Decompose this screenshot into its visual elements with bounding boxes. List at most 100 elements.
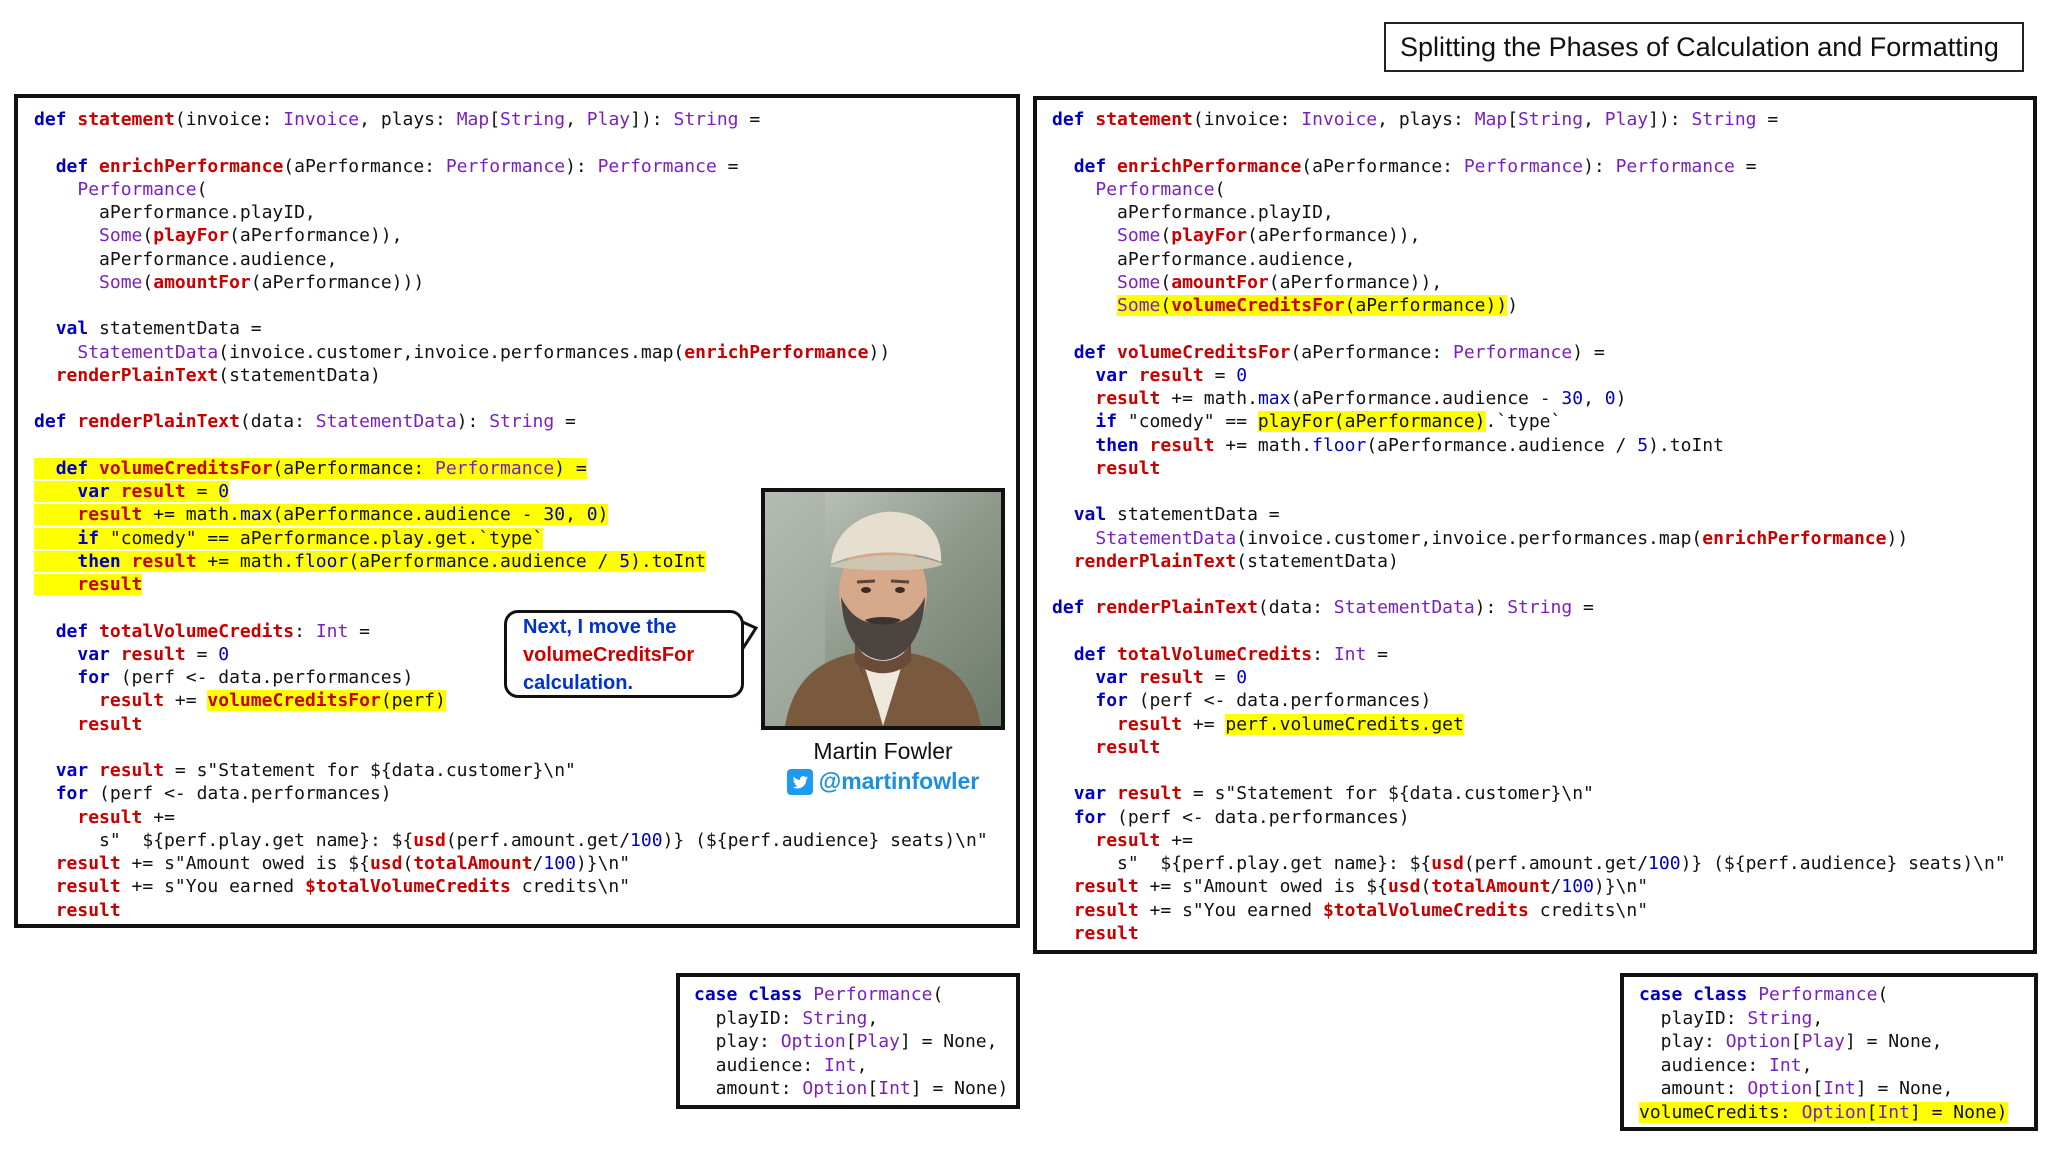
code-token: audience: [694,1054,825,1076]
code-line: aPerformance.playID, [1052,201,2006,224]
code-token: += [164,690,208,712]
code-token: Option [1725,1031,1791,1053]
code-token: ): [456,411,490,433]
code-line: playID: String, [1639,1007,2008,1031]
code-token: result [1138,667,1204,688]
code-line: def volumeCreditsFor(aPerformance: Perfo… [1052,341,2006,364]
code-token: $totalVolumeCredits [304,876,511,898]
code-line: result [1052,922,2006,945]
code-token: credits\n" [1528,899,1649,921]
code-token: = [716,155,739,177]
code-token: , [1801,1054,1813,1076]
code-line: result += perf.volumeCredits.get [1052,713,2006,736]
code-token: Option [1801,1101,1867,1123]
code-token: String [1507,597,1573,619]
code-token: def [1073,341,1118,363]
code-token: ( [1877,984,1889,1005]
code-token: (aPerformance.audience / [1366,434,1638,456]
code-token: , [565,504,587,526]
code-token: [ [1790,1031,1802,1053]
code-token: (invoice: [1192,109,1302,130]
right-code-listing: def statement(invoice: Invoice, plays: M… [1052,108,2006,945]
code-token: += math. [1160,388,1258,409]
bubble-line-2: volumeCreditsFor [523,644,695,666]
code-token: 0 [218,643,230,665]
code-token: 0 [586,504,598,526]
code-line: then result += math.floor(aPerformance.a… [1052,434,2006,457]
code-token: renderPlainText [55,364,219,386]
code-token: 30 [1561,388,1584,409]
code-token: result [120,481,186,502]
code-token: usd [1431,853,1464,874]
code-token: ) = [554,457,587,479]
code-token [34,504,78,526]
code-token: (aPerformance)), [1268,271,1443,293]
code-token: result [99,760,165,781]
left-case-class-code: case class Performance( playID: String, … [694,983,1008,1101]
author-handle-text: @martinfowler [818,768,980,794]
code-token: (perf <- data.performances) [120,667,414,688]
code-token: ( [402,853,414,874]
code-token: , [856,1054,868,1076]
code-token: play: [694,1031,781,1053]
code-token: def [34,109,78,130]
code-line: val statementData = [1052,503,2006,526]
code-token: (aPerformance.audience - [272,504,544,526]
code-token: ( [196,178,208,200]
code-token: (aPerformance.audience / [348,550,620,572]
code-token: : [294,620,316,642]
code-token: String [673,109,739,130]
code-token: ( [142,271,154,293]
code-token: result [77,713,143,735]
code-token: var [77,643,121,665]
code-token: playFor(aPerformance) [1257,411,1486,433]
code-line: volumeCredits: Option[Int] = None) [1639,1101,2008,1125]
code-token: ): [1474,597,1508,619]
code-token: aPerformance.audience, [34,248,338,270]
code-token: , [565,109,587,130]
author-handle[interactable]: @martinfowler [762,768,1004,795]
code-line: aPerformance.audience, [1052,248,2006,271]
code-token: ] = None, [1844,1031,1943,1053]
code-token: result [131,550,197,572]
code-token: 100 [1648,853,1681,874]
code-token: )}\n" [1593,876,1649,898]
code-line: play: Option[Play] = None, [1639,1030,2008,1054]
code-token: aPerformance.playID, [34,202,316,223]
code-line: result [1052,736,2006,759]
code-token: (aPerformance)), [1247,225,1421,247]
code-token: (aPerformance)), [229,225,403,247]
code-token: ) [1615,388,1627,409]
code-token: Performance [435,457,555,479]
code-line: audience: Int, [1639,1054,2008,1078]
code-token: var [1095,364,1139,386]
code-token: ).toInt [630,550,706,572]
code-token: 5 [619,550,631,572]
code-line: s" ${perf.play.get name}: ${usd(perf.amo… [1052,852,2006,875]
code-token: renderPlainText [1095,597,1258,619]
code-token: = [1756,109,1779,130]
code-token: var [55,760,100,781]
code-line: result += s"You earned $totalVolumeCredi… [34,875,988,898]
right-case-class-box: case class Performance( playID: String, … [1620,973,2038,1131]
code-line: aPerformance.audience, [34,248,988,271]
code-token: StatementData [1095,527,1237,549]
code-line: def statement(invoice: Invoice, plays: M… [34,108,988,131]
slide-title: Splitting the Phases of Calculation and … [1384,22,2024,72]
code-token: (data: [239,411,316,433]
code-line: result += [1052,829,2006,852]
code-token: def [1052,597,1096,619]
code-token: ( [1420,876,1432,898]
code-token: result [99,690,165,712]
code-token: result [1117,783,1183,805]
code-token: then [1095,434,1150,456]
code-token: usd [413,829,446,851]
code-line: result += [34,806,988,829]
